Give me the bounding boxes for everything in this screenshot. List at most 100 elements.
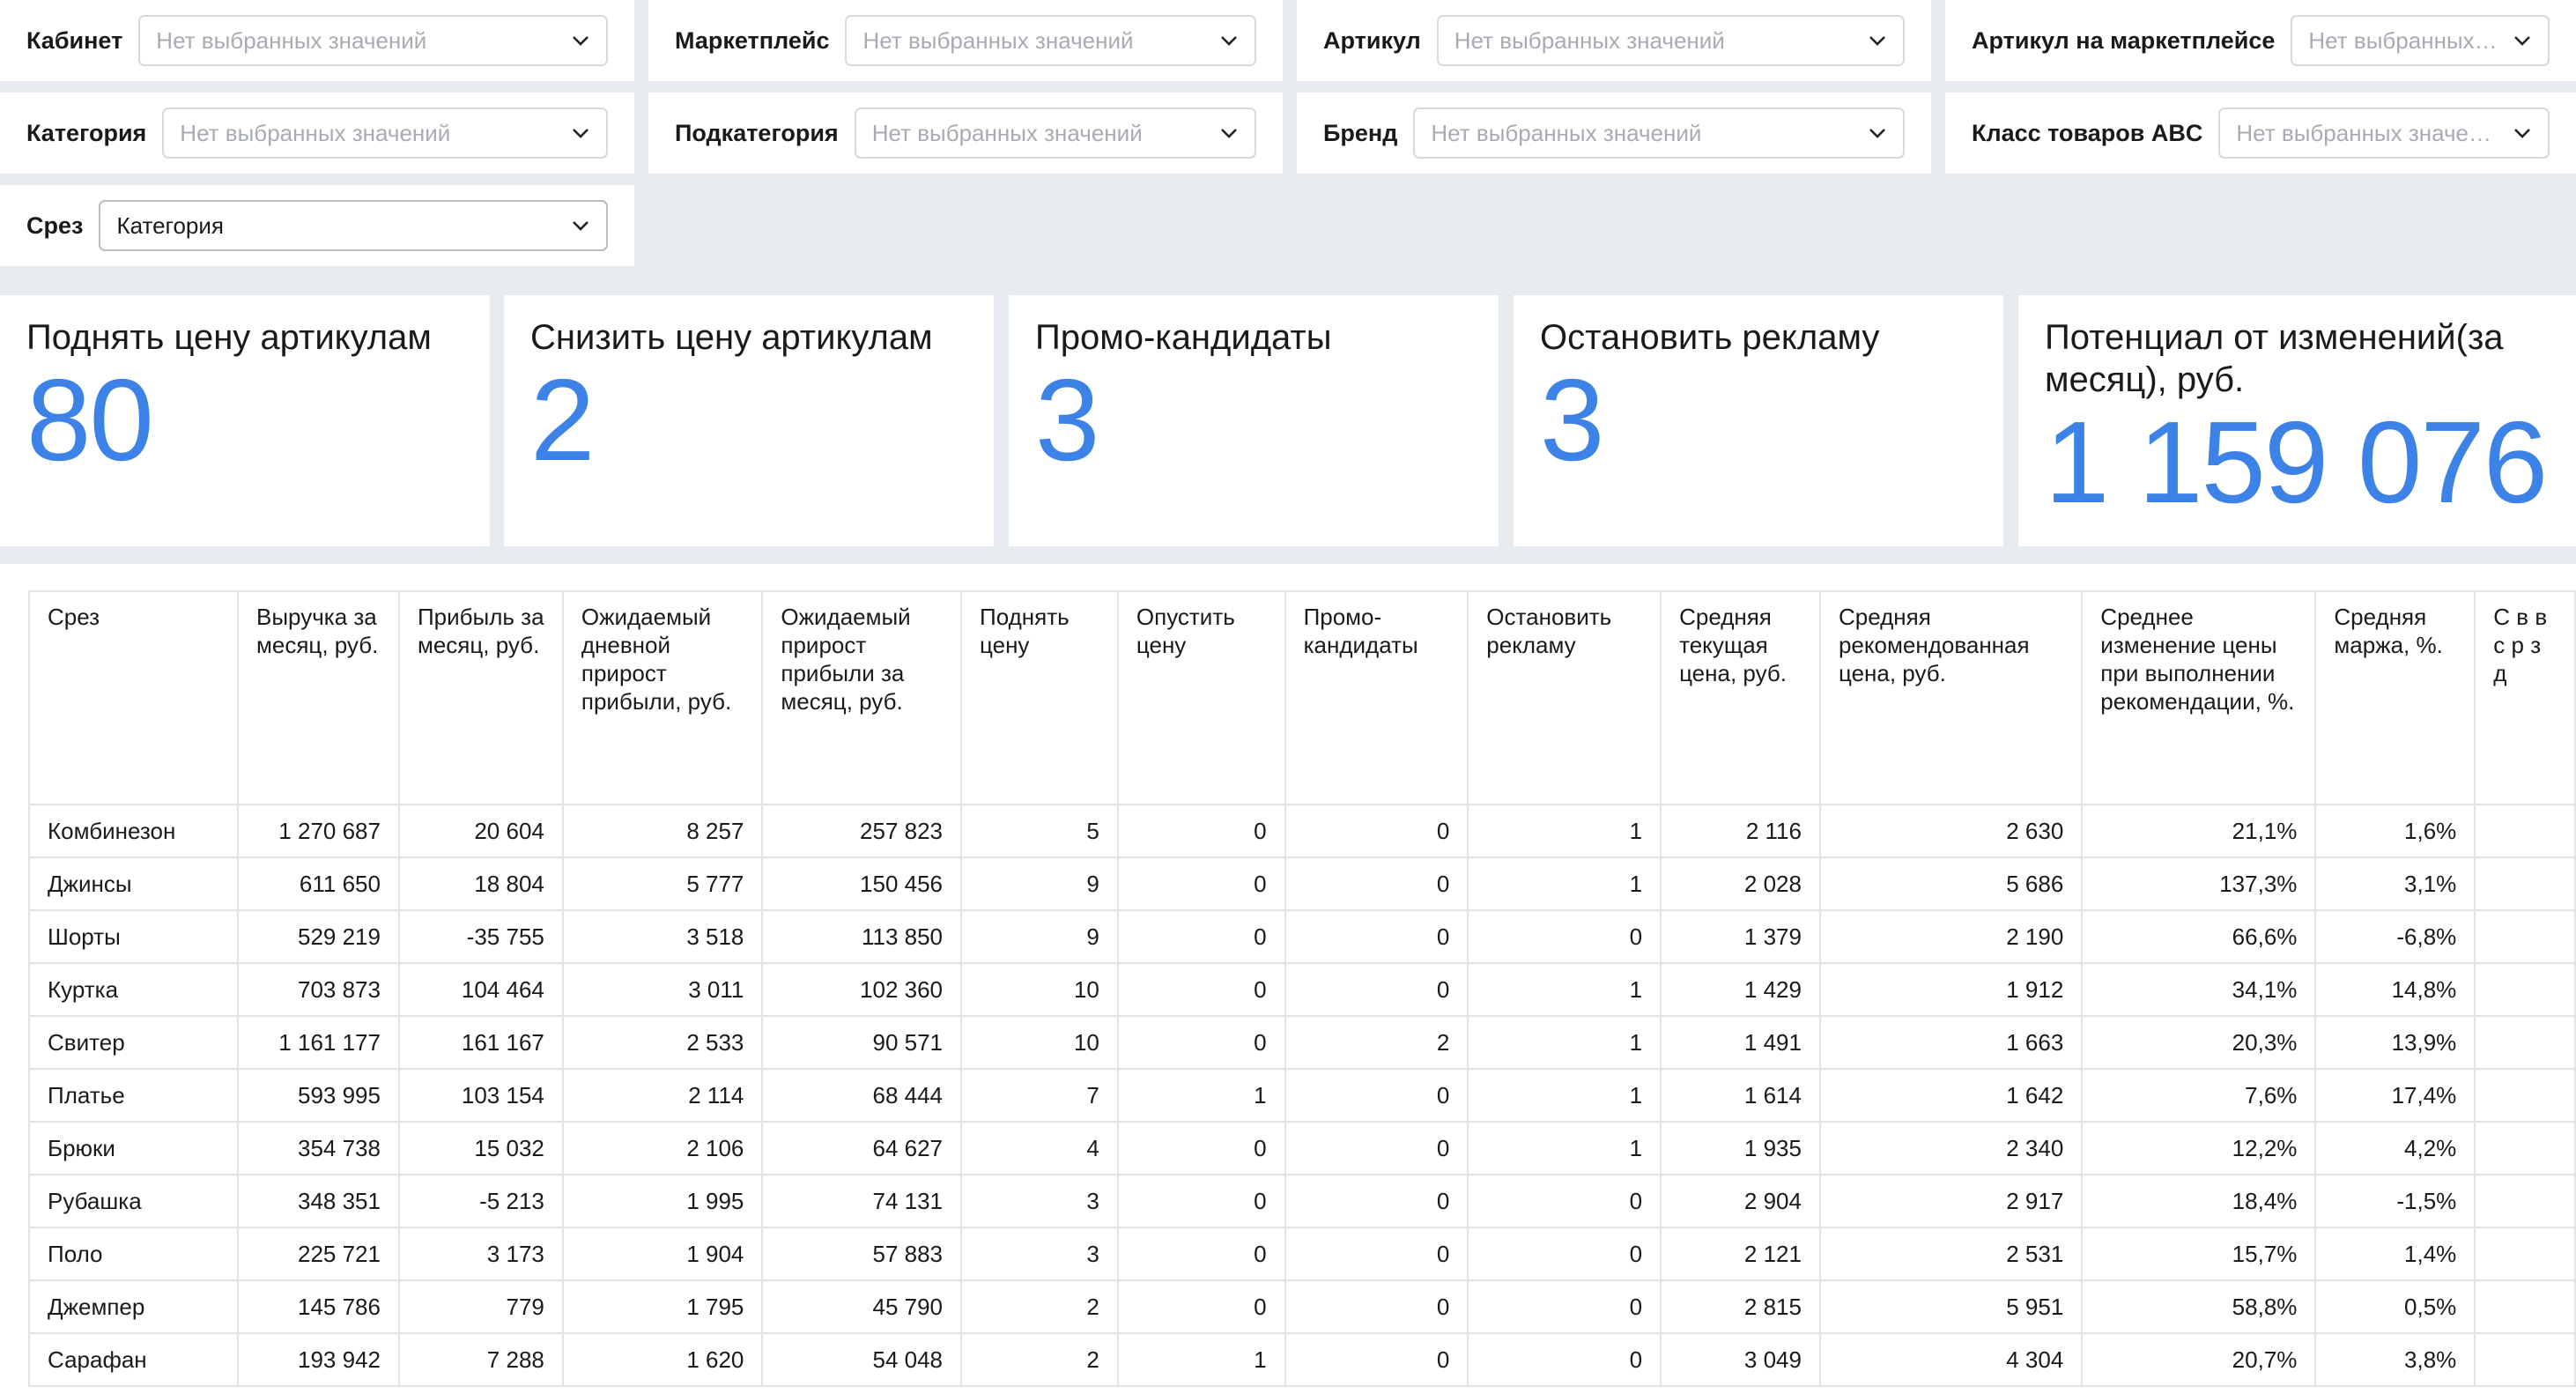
marketplace-select[interactable]: Нет выбранных значений bbox=[845, 15, 1256, 66]
kpi-promo-candidates: Промо-кандидаты 3 bbox=[1009, 295, 1499, 546]
table-cell: 1 912 bbox=[1818, 962, 2084, 1017]
table-cell: 0 bbox=[1116, 1227, 1286, 1281]
select-value: Категория bbox=[116, 211, 224, 239]
recommendations-table: Срез Выручка за месяц, руб. Прибыль за мес… bbox=[27, 590, 2576, 1387]
chevron-down-icon bbox=[1219, 31, 1239, 50]
table-cell: 0 bbox=[1116, 1174, 1286, 1228]
table-cell: 2 116 bbox=[1660, 804, 1821, 858]
column-header[interactable]: Промо-кандидаты bbox=[1284, 590, 1469, 805]
table-cell: 102 360 bbox=[761, 962, 963, 1017]
filter-label: Артикул bbox=[1323, 26, 1421, 54]
table-row[interactable]: Поло 225 721 3 173 1 904 57 883 3 0 0 0 2 121 2 53… bbox=[27, 1227, 2576, 1281]
article-select[interactable]: Нет выбранных значений bbox=[1436, 15, 1905, 66]
table-cell: 17,4% bbox=[2314, 1068, 2476, 1123]
column-header[interactable]: Средняя маржа, %. bbox=[2314, 590, 2476, 805]
table-cell: 0 bbox=[1116, 1121, 1286, 1175]
abc-class-select[interactable]: Нет выбранных значений bbox=[2218, 108, 2550, 159]
chevron-down-icon bbox=[2513, 31, 2532, 50]
table-row[interactable]: Шорты 529 219 -35 755 3 518 113 850 9 0 0 0 1 379… bbox=[27, 909, 2576, 964]
table-cell: 529 219 bbox=[237, 909, 400, 964]
table-row[interactable]: Джемпер 145 786 779 1 795 45 790 2 0 0 0 2 815 5 9… bbox=[27, 1279, 2576, 1334]
table-cell: 1 161 177 bbox=[237, 1015, 400, 1070]
select-value: Нет выбранных значений bbox=[2236, 119, 2500, 146]
table-cell: 779 bbox=[397, 1279, 564, 1334]
table-cell: 5 951 bbox=[1818, 1279, 2084, 1334]
table-cell bbox=[2474, 909, 2576, 964]
row-name-cell: Шорты bbox=[27, 909, 240, 964]
column-header[interactable]: Средняя текущая цена, руб. bbox=[1660, 590, 1821, 805]
filter-label: Кабинет bbox=[26, 26, 123, 54]
table-cell: 0 bbox=[1116, 909, 1286, 964]
table-cell: 64 627 bbox=[761, 1121, 963, 1175]
marketplace-article-select[interactable]: Нет выбранных з... bbox=[2291, 15, 2550, 66]
filter-brand: Бренд Нет выбранных значений bbox=[1297, 93, 1931, 174]
column-header[interactable]: С в в с р з д bbox=[2474, 590, 2576, 805]
column-header[interactable]: Остановить рекламу bbox=[1467, 590, 1662, 805]
column-header[interactable]: Срез bbox=[27, 590, 240, 805]
filters-panel: Кабинет Нет выбранных значений Маркетпле… bbox=[0, 0, 2576, 278]
category-select[interactable]: Нет выбранных значений bbox=[162, 108, 608, 159]
table-cell: 1 904 bbox=[561, 1227, 764, 1281]
table-row[interactable]: Джинсы 611 650 18 804 5 777 150 456 9 0 0 1 2 028… bbox=[27, 856, 2576, 911]
table-cell: 2 121 bbox=[1660, 1227, 1821, 1281]
kpi-title: Поднять цену артикулам bbox=[26, 318, 432, 357]
table-cell: 0 bbox=[1284, 856, 1469, 911]
table-row[interactable]: Свитер 1 161 177 161 167 2 533 90 571 10 0 2 1 1 … bbox=[27, 1015, 2576, 1070]
column-header[interactable]: Опустить цену bbox=[1116, 590, 1286, 805]
select-value: Нет выбранных значений bbox=[1431, 119, 1702, 146]
table-cell: 2 340 bbox=[1818, 1121, 2084, 1175]
table-row[interactable]: Платье 593 995 103 154 2 114 68 444 7 1 0 1 1 614… bbox=[27, 1068, 2576, 1123]
table-cell: 0 bbox=[1284, 962, 1469, 1017]
kpi-value: 2 bbox=[530, 355, 595, 485]
table-row[interactable]: Рубашка 348 351 -5 213 1 995 74 131 3 0 0 0 2 904… bbox=[27, 1174, 2576, 1228]
table-cell bbox=[2474, 1279, 2576, 1334]
table-cell: 193 942 bbox=[237, 1332, 400, 1387]
column-header[interactable]: Средняя рекомендованная цена, руб. bbox=[1818, 590, 2084, 805]
table-cell: 58,8% bbox=[2081, 1279, 2317, 1334]
table-cell: 0 bbox=[1467, 1279, 1662, 1334]
chevron-down-icon bbox=[2513, 123, 2532, 143]
filter-label: Подкатегория bbox=[675, 119, 839, 146]
table-cell: 15 032 bbox=[397, 1121, 564, 1175]
table-row[interactable]: Комбинезон 1 270 687 20 604 8 257 257 823 5 0 0… bbox=[27, 804, 2576, 858]
table-cell: 2 531 bbox=[1818, 1227, 2084, 1281]
column-header[interactable]: Поднять цену bbox=[960, 590, 1119, 805]
kpi-value: 1 159 076 bbox=[2045, 397, 2548, 527]
cabinet-select[interactable]: Нет выбранных значений bbox=[138, 15, 608, 66]
table-cell: 161 167 bbox=[397, 1015, 564, 1070]
table-cell: 1 614 bbox=[1660, 1068, 1821, 1123]
column-header[interactable]: Прибыль за месяц, руб. bbox=[397, 590, 564, 805]
filter-cabinet: Кабинет Нет выбранных значений bbox=[0, 0, 634, 81]
table-cell: 703 873 bbox=[237, 962, 400, 1017]
table-cell: 1 bbox=[1467, 1015, 1662, 1070]
kpi-title: Промо-кандидаты bbox=[1035, 318, 1332, 357]
table-cell: 611 650 bbox=[237, 856, 400, 911]
table-row[interactable]: Куртка 703 873 104 464 3 011 102 360 10 0 0 1 1 4… bbox=[27, 962, 2576, 1017]
table-row[interactable]: Сарафан 193 942 7 288 1 620 54 048 2 1 0 0 3 049 4… bbox=[27, 1332, 2576, 1387]
select-value: Нет выбранных значений bbox=[180, 119, 451, 146]
table-cell: 9 bbox=[960, 909, 1119, 964]
slice-select[interactable]: Категория bbox=[99, 200, 608, 251]
table-cell: 45 790 bbox=[761, 1279, 963, 1334]
chevron-down-icon bbox=[571, 123, 590, 143]
table-cell: 1 491 bbox=[1660, 1015, 1821, 1070]
table-cell: 0 bbox=[1284, 1121, 1469, 1175]
table-cell: 4 bbox=[960, 1121, 1119, 1175]
brand-select[interactable]: Нет выбранных значений bbox=[1413, 108, 1905, 159]
filter-label: Артикул на маркетплейсе bbox=[1972, 26, 2276, 54]
subcategory-select[interactable]: Нет выбранных значений bbox=[854, 108, 1256, 159]
table-cell: 20 604 bbox=[397, 804, 564, 858]
table-row[interactable]: Брюки 354 738 15 032 2 106 64 627 4 0 0 1 1 935 2 … bbox=[27, 1121, 2576, 1175]
table-cell: 2 106 bbox=[561, 1121, 764, 1175]
column-header[interactable]: Ожидаемый дневной прирост прибыли, руб. bbox=[561, 590, 764, 805]
table-cell: 7 288 bbox=[397, 1332, 564, 1387]
table-cell: 0 bbox=[1116, 804, 1286, 858]
column-header[interactable]: Выручка за месяц, руб. bbox=[237, 590, 400, 805]
recommendations-table-panel: Срез Выручка за месяц, руб. Прибыль за мес… bbox=[0, 564, 2576, 1394]
kpi-title: Снизить цену артикулам bbox=[530, 318, 933, 357]
table-cell: 3 518 bbox=[561, 909, 764, 964]
column-header[interactable]: Ожидаемый прирост прибыли за месяц, руб. bbox=[761, 590, 963, 805]
column-header[interactable]: Среднее изменение цены при выполнении ре… bbox=[2081, 590, 2317, 805]
table-cell: 1 bbox=[1467, 856, 1662, 911]
table-cell: 2 190 bbox=[1818, 909, 2084, 964]
